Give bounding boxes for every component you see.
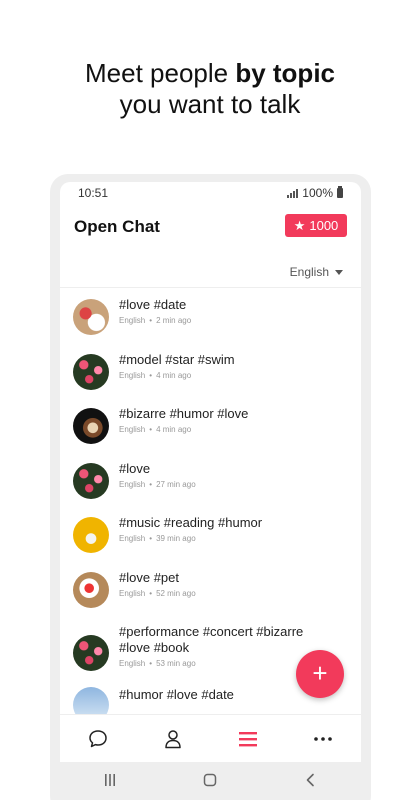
nav-profile[interactable] — [153, 719, 193, 759]
language-filter-row: English — [60, 260, 361, 288]
chat-bubble-icon — [88, 729, 107, 747]
chat-time: 2 min ago — [156, 316, 192, 325]
battery-icon — [337, 186, 343, 198]
chat-time: 39 min ago — [156, 534, 196, 543]
avatar — [73, 299, 109, 335]
person-icon — [165, 729, 181, 748]
language-selected: English — [289, 265, 329, 279]
battery-percent: 100% — [302, 186, 333, 200]
nav-open-chat[interactable] — [228, 719, 268, 759]
home-icon[interactable] — [203, 773, 217, 787]
avatar — [73, 408, 109, 444]
chat-language: English — [119, 316, 146, 325]
chat-language: English — [119, 534, 146, 543]
chat-language: English — [119, 479, 146, 489]
avatar — [73, 462, 109, 499]
chat-tags: #performance #concert #bizarre #love #bo… — [119, 624, 304, 655]
chat-time: 27 min ago — [156, 479, 196, 489]
chat-tags: #music #reading #humor — [119, 515, 263, 530]
chat-time: 4 min ago — [156, 370, 192, 380]
chat-tags: #love #pet — [119, 569, 179, 585]
system-nav-bar — [60, 762, 361, 798]
back-icon[interactable] — [304, 773, 318, 787]
chat-language: English — [119, 425, 146, 434]
chat-list-item[interactable]: #music #reading #humor English • 39 min ag… — [60, 508, 361, 563]
language-dropdown[interactable]: English — [290, 265, 343, 279]
create-chat-button[interactable]: + — [296, 650, 344, 698]
chat-time: 52 min ago — [156, 588, 196, 598]
chat-language: English — [119, 659, 146, 668]
avatar — [73, 517, 109, 553]
status-indicators: 100% — [287, 186, 343, 200]
avatar — [73, 687, 109, 714]
avatar — [73, 353, 109, 390]
recent-apps-icon[interactable] — [103, 773, 117, 787]
points-value: 1000 — [309, 218, 339, 233]
app-title: Open Chat — [74, 217, 160, 236]
app-bar: Open Chat ★ 1000 — [60, 212, 361, 252]
avatar — [73, 635, 109, 671]
nav-more[interactable] — [303, 719, 343, 759]
status-time: 10:51 — [78, 186, 109, 200]
bottom-nav — [60, 714, 361, 762]
list-icon — [239, 731, 258, 746]
chat-language: English — [119, 370, 146, 380]
avatar — [73, 571, 109, 608]
signal-icon — [287, 188, 299, 198]
chat-language: English — [119, 588, 146, 598]
points-button[interactable]: ★ 1000 — [285, 214, 347, 237]
chat-tags: #model #star #swim — [119, 351, 235, 367]
chat-list-item[interactable]: #love #pet English • 52 min ago — [60, 563, 361, 618]
chat-tags: #bizarre #humor #love — [119, 406, 249, 421]
headline-line1: Meet people — [85, 58, 236, 88]
star-icon: ★ — [293, 218, 306, 233]
chat-tags: #love — [119, 460, 151, 476]
chat-list-item[interactable]: #love English • 27 min ago — [60, 454, 361, 509]
chat-tags: #love #date — [119, 297, 187, 312]
headline-emphasis: by topic — [235, 58, 335, 88]
chat-time: 53 min ago — [156, 659, 196, 668]
chat-time: 4 min ago — [156, 425, 192, 434]
chat-list-item[interactable]: #love #date English • 2 min ago — [60, 290, 361, 345]
chat-list-item[interactable]: #bizarre #humor #love English • 4 min ago — [60, 399, 361, 454]
status-bar: 10:51 100% — [60, 182, 361, 204]
chat-list-item[interactable]: #model #star #swim English • 4 min ago — [60, 345, 361, 400]
chevron-down-icon — [335, 269, 343, 275]
nav-chats[interactable] — [78, 719, 118, 759]
more-icon — [314, 736, 333, 741]
headline-line2: you want to talk — [119, 89, 301, 119]
headline: Meet people by topic you want to talk — [0, 58, 420, 120]
